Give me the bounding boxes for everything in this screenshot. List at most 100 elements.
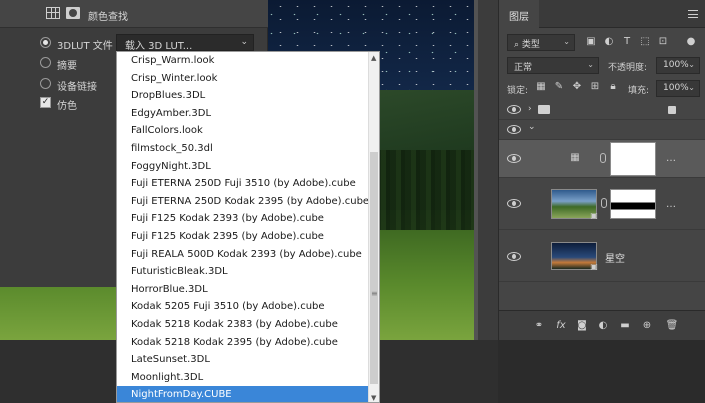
- list-item[interactable]: LateSunset.3DL: [117, 351, 369, 369]
- lock-transparency-icon[interactable]: ▦: [535, 81, 547, 93]
- opacity-value: 100%: [663, 60, 689, 70]
- properties-header: 颜色查找: [0, 0, 268, 28]
- scroll-thumb[interactable]: ≡: [370, 152, 378, 384]
- chevron-down-icon[interactable]: ⌄: [528, 122, 536, 132]
- blend-mode-value: 正常: [514, 63, 533, 73]
- list-item-selected[interactable]: NightFromDay.CUBE: [117, 386, 369, 402]
- panel-menu-icon[interactable]: [688, 10, 698, 18]
- lock-label: 锁定:: [507, 86, 529, 96]
- new-group-icon[interactable]: ▬: [618, 319, 632, 333]
- layers-panel: 图层 ⌕ 类型 ⌄ ▣ ◐ T ⬚ ⊡ ● 正常 ⌄ 不透明度: 100% ⌄ …: [498, 0, 705, 340]
- layer-mask-thumbnail[interactable]: [610, 142, 656, 176]
- list-item[interactable]: FoggyNight.3DL: [117, 158, 369, 176]
- list-item[interactable]: Fuji F125 Kodak 2395 (by Adobe).cube: [117, 228, 369, 246]
- lut-dropdown-list[interactable]: Crisp_Warm.look Crisp_Winter.look DropBl…: [116, 51, 380, 403]
- list-item[interactable]: FuturisticBleak.3DL: [117, 263, 369, 281]
- color-lookup-adjustment-icon: ▦: [570, 152, 580, 163]
- filter-toggle-icon[interactable]: ●: [685, 36, 697, 48]
- pixel-filter-icon[interactable]: ▣: [585, 36, 597, 48]
- list-item[interactable]: DropBlues.3DL: [117, 87, 369, 105]
- fx-icon[interactable]: fx: [554, 319, 568, 333]
- link-chain-icon[interactable]: [600, 153, 606, 163]
- list-item[interactable]: filmstock_50.3dl: [117, 140, 369, 158]
- pasteboard-strip: [478, 0, 498, 340]
- add-mask-icon[interactable]: ◙: [575, 319, 589, 333]
- lock-pixels-icon[interactable]: ✎: [553, 81, 565, 93]
- adjustment-grid-icon[interactable]: [46, 7, 60, 19]
- list-item[interactable]: FallColors.look: [117, 122, 369, 140]
- fill-field[interactable]: 100% ⌄: [656, 80, 700, 97]
- kind-filter-label: 类型: [521, 40, 540, 50]
- dither-checkbox[interactable]: ✓: [40, 97, 51, 108]
- layer-kind-filter[interactable]: ⌕ 类型 ⌄: [507, 34, 575, 51]
- type-filter-icon[interactable]: T: [621, 36, 633, 48]
- opacity-label: 不透明度:: [608, 63, 648, 73]
- blend-mode-select[interactable]: 正常 ⌄: [507, 57, 599, 74]
- lut-file-dropdown[interactable]: 载入 3D LUT... ⌄: [116, 34, 254, 52]
- smart-object-badge-icon: ▣: [590, 211, 598, 220]
- adjustment-layer-icon[interactable]: ◐: [596, 319, 610, 333]
- chevron-down-icon: ⌄: [563, 37, 570, 46]
- visibility-eye-icon[interactable]: [507, 125, 521, 134]
- list-item[interactable]: Crisp_Warm.look: [117, 52, 369, 70]
- list-item[interactable]: Kodak 5205 Fuji 3510 (by Adobe).cube: [117, 298, 369, 316]
- list-item[interactable]: Fuji F125 Kodak 2393 (by Adobe).cube: [117, 210, 369, 228]
- mask-icon[interactable]: [66, 7, 80, 19]
- more-icon: …: [666, 153, 676, 164]
- scroll-up-icon[interactable]: ▲: [371, 54, 376, 62]
- visibility-eye-icon[interactable]: [507, 105, 521, 114]
- layer-row-group[interactable]: ›: [499, 100, 705, 120]
- layer-row-group-expanded[interactable]: ⌄: [499, 120, 705, 140]
- smart-object-filter-icon[interactable]: ⊡: [657, 36, 669, 48]
- layer-row-color-lookup[interactable]: ▦ …: [499, 140, 705, 178]
- chevron-down-icon: ⌄: [688, 60, 695, 69]
- radio-abstract[interactable]: [40, 57, 51, 68]
- visibility-eye-icon[interactable]: [507, 199, 521, 208]
- folder-icon: [538, 105, 550, 114]
- list-scrollbar[interactable]: ▲ ≡ ▼: [368, 52, 379, 402]
- layers-footer: ⚭ fx ◙ ◐ ▬ ⊕ 🗑︎: [499, 310, 705, 340]
- layer-mask-thumbnail[interactable]: [610, 189, 656, 219]
- search-icon: ⌕: [514, 40, 520, 50]
- lock-all-icon[interactable]: 🔒︎: [607, 81, 619, 93]
- grip-icon: ≡: [371, 289, 378, 298]
- layer-name[interactable]: 星空: [605, 250, 625, 265]
- chevron-right-icon[interactable]: ›: [528, 104, 532, 114]
- layer-row-starry-sky[interactable]: ▣ 星空: [499, 230, 705, 282]
- list-item[interactable]: Fuji ETERNA 250D Fuji 3510 (by Adobe).cu…: [117, 175, 369, 193]
- list-item[interactable]: Fuji REALA 500D Kodak 2393 (by Adobe).cu…: [117, 246, 369, 264]
- trash-icon[interactable]: 🗑︎: [665, 319, 679, 333]
- link-layers-icon[interactable]: ⚭: [532, 319, 546, 333]
- lock-position-icon[interactable]: ✥: [571, 81, 583, 93]
- radio-3dlut-file[interactable]: [40, 37, 51, 48]
- adjustment-filter-icon[interactable]: ◐: [603, 36, 615, 48]
- chevron-down-icon: ⌄: [240, 37, 248, 47]
- list-item[interactable]: EdgyAmber.3DL: [117, 105, 369, 123]
- link-chain-icon[interactable]: [601, 198, 607, 208]
- radio-device-link[interactable]: [40, 78, 51, 89]
- list-item[interactable]: Kodak 5218 Kodak 2383 (by Adobe).cube: [117, 316, 369, 334]
- scroll-down-icon[interactable]: ▼: [371, 394, 376, 402]
- fill-value: 100%: [663, 83, 689, 93]
- tab-layers[interactable]: 图层: [499, 0, 539, 28]
- visibility-eye-icon[interactable]: [507, 154, 521, 163]
- list-item[interactable]: Kodak 5218 Kodak 2395 (by Adobe).cube: [117, 334, 369, 352]
- dither-label: 仿色: [57, 101, 77, 112]
- new-layer-icon[interactable]: ⊕: [640, 319, 654, 333]
- layer-row-masked-photo[interactable]: ▣ …: [499, 178, 705, 230]
- shape-filter-icon[interactable]: ⬚: [639, 36, 651, 48]
- list-item[interactable]: Crisp_Winter.look: [117, 70, 369, 88]
- opacity-field[interactable]: 100% ⌄: [656, 57, 700, 74]
- list-item[interactable]: HorrorBlue.3DL: [117, 281, 369, 299]
- fill-label: 填充:: [628, 86, 650, 96]
- dropdown-value: 载入 3D LUT...: [125, 41, 193, 52]
- visibility-eye-icon[interactable]: [507, 252, 521, 261]
- properties-title: 颜色查找: [88, 12, 128, 23]
- lock-artboard-icon[interactable]: ⊞: [589, 81, 601, 93]
- list-item[interactable]: Fuji ETERNA 250D Kodak 2395 (by Adobe).c…: [117, 193, 369, 211]
- lock-icon: [668, 106, 676, 114]
- chevron-down-icon: ⌄: [688, 83, 695, 92]
- list-item[interactable]: Moonlight.3DL: [117, 369, 369, 387]
- more-icon: …: [666, 199, 676, 210]
- layers-tabbar: 图层: [499, 0, 705, 28]
